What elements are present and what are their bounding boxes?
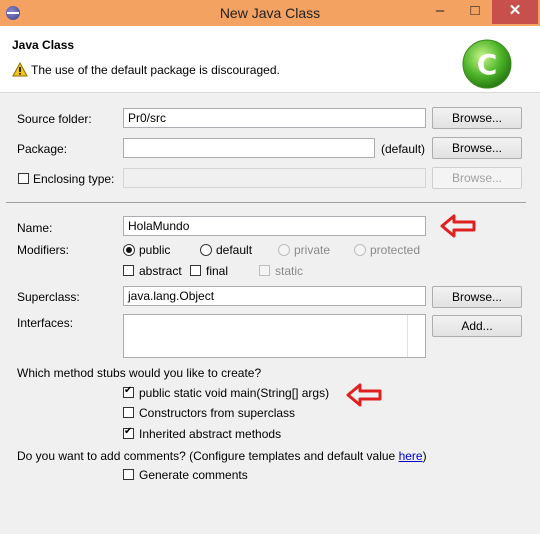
inherited-methods-label: Inherited abstract methods xyxy=(139,427,282,441)
protected-radio[interactable] xyxy=(354,244,366,256)
constructors-label: Constructors from superclass xyxy=(139,406,296,420)
superclass-label: Superclass: xyxy=(17,290,80,304)
warning-icon xyxy=(12,62,28,77)
generate-comments-label: Generate comments xyxy=(139,468,248,482)
superclass-field[interactable]: java.lang.Object xyxy=(123,286,426,306)
package-field[interactable] xyxy=(123,138,375,158)
inherited-methods-checkbox[interactable] xyxy=(123,426,134,439)
enclosing-type-field[interactable] xyxy=(123,168,426,188)
private-radio[interactable] xyxy=(278,244,290,256)
main-method-checkbox[interactable] xyxy=(123,385,134,398)
generate-comments-checkbox[interactable] xyxy=(123,469,134,480)
source-folder-field[interactable]: Pr0/src xyxy=(123,108,426,128)
interfaces-list[interactable] xyxy=(123,314,426,358)
source-folder-browse-button[interactable]: Browse... xyxy=(432,107,522,129)
enclosing-type-browse-button[interactable]: Browse... xyxy=(432,167,522,189)
abstract-checkbox[interactable] xyxy=(123,265,134,276)
final-checkbox[interactable] xyxy=(190,265,201,276)
name-label: Name: xyxy=(17,221,53,235)
name-field[interactable]: HolaMundo xyxy=(123,216,426,236)
java-class-logo-icon: C xyxy=(462,39,512,89)
dialog-title: Java Class xyxy=(12,38,75,52)
interfaces-label: Interfaces: xyxy=(17,316,74,330)
source-folder-label: Source folder: xyxy=(17,112,92,126)
main-method-label: public static void main(String[] args) xyxy=(139,386,330,400)
window-titlebar: New Java Class – □ ✕ xyxy=(0,0,540,26)
comments-question-text: Do you want to add comments? (Configure … xyxy=(17,449,399,463)
red-arrow-icon xyxy=(346,383,382,407)
default-radio[interactable] xyxy=(200,244,212,256)
enclosing-type-label: Enclosing type: xyxy=(33,172,115,186)
constructors-checkbox[interactable] xyxy=(123,407,134,418)
minimize-button[interactable]: – xyxy=(425,0,455,24)
svg-text:C: C xyxy=(477,48,498,81)
interfaces-add-button[interactable]: Add... xyxy=(432,315,522,337)
final-label: final xyxy=(206,264,229,278)
static-checkbox[interactable] xyxy=(259,265,270,276)
public-radio[interactable] xyxy=(123,244,135,256)
interfaces-scrollbar[interactable] xyxy=(407,315,425,357)
superclass-browse-button[interactable]: Browse... xyxy=(432,286,522,308)
warning-message: The use of the default package is discou… xyxy=(31,63,280,77)
configure-templates-link[interactable]: here xyxy=(399,449,423,463)
comments-question-end: ) xyxy=(422,449,427,463)
close-button[interactable]: ✕ xyxy=(492,0,538,24)
separator xyxy=(6,202,526,203)
red-arrow-icon xyxy=(440,214,476,238)
package-label: Package: xyxy=(17,142,68,156)
abstract-label: abstract xyxy=(139,264,182,278)
maximize-button[interactable]: □ xyxy=(460,0,490,24)
comments-question: Do you want to add comments? (Configure … xyxy=(17,449,427,463)
static-label: static xyxy=(275,264,304,278)
protected-label: protected xyxy=(370,243,421,257)
method-stubs-question: Which method stubs would you like to cre… xyxy=(17,366,262,380)
default-label: default xyxy=(216,243,253,257)
window-title: New Java Class xyxy=(219,5,321,21)
modifiers-label: Modifiers: xyxy=(17,243,70,257)
package-default-label: (default) xyxy=(381,142,426,156)
private-label: private xyxy=(294,243,331,257)
package-browse-button[interactable]: Browse... xyxy=(432,137,522,159)
public-label: public xyxy=(139,243,171,257)
enclosing-type-checkbox[interactable] xyxy=(18,173,29,184)
dialog-header: Java Class The use of the default packag… xyxy=(0,26,540,93)
